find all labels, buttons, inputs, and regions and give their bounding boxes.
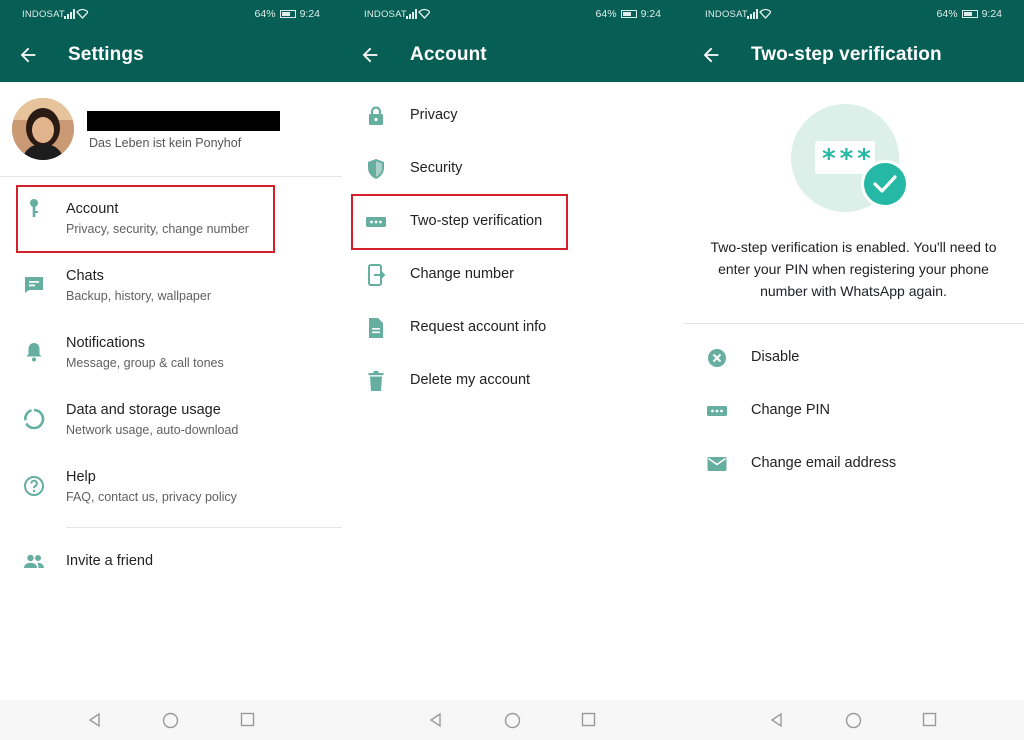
two-step-screen: INDOSAT 64% 9:24 Two-step verification **… [683, 0, 1024, 740]
two-step-item-change-email[interactable]: Change email address [683, 444, 1024, 484]
clock: 9:24 [981, 8, 1002, 20]
battery-level: 64% [936, 8, 958, 20]
account-item-label: Privacy [410, 107, 458, 123]
settings-item-label: Data and storage usage [66, 402, 221, 418]
divider [66, 527, 342, 528]
lock-icon [369, 106, 383, 125]
nav-recents-icon[interactable] [581, 712, 596, 727]
pin-illustration: *** [791, 104, 913, 214]
battery-icon [279, 10, 296, 18]
cancel-icon [708, 349, 726, 367]
app-bar: Settings [0, 28, 342, 82]
account-item-label: Delete my account [410, 372, 531, 388]
signal-wifi-icon [406, 8, 430, 19]
settings-item-notifications[interactable]: Notifications Message, group & call tone… [0, 324, 342, 380]
avatar[interactable] [12, 98, 74, 160]
battery-level: 64% [595, 8, 617, 20]
phone-change-icon [368, 264, 386, 286]
highlight-box [16, 185, 275, 253]
account-item-label: Request account info [410, 319, 547, 335]
redacted-name [87, 111, 280, 131]
chat-icon [25, 277, 43, 293]
back-arrow-icon[interactable] [17, 44, 39, 66]
data-usage-icon [24, 408, 45, 430]
two-step-item-label: Change email address [751, 455, 897, 471]
two-step-item-disable[interactable]: Disable [683, 338, 1024, 378]
two-step-item-label: Change PIN [751, 402, 830, 418]
account-item-privacy[interactable]: Privacy [342, 96, 683, 136]
system-nav-bar [0, 700, 342, 740]
page-title: Account [410, 44, 487, 65]
signal-wifi-icon [747, 8, 771, 19]
back-arrow-icon[interactable] [359, 44, 381, 66]
settings-item-invite[interactable]: Invite a friend [0, 542, 342, 582]
account-item-request-info[interactable]: Request account info [342, 308, 683, 348]
settings-item-help[interactable]: Help FAQ, contact us, privacy policy [0, 458, 342, 514]
account-screen: INDOSAT 64% 9:24 Account Privacy Security… [342, 0, 683, 740]
nav-recents-icon[interactable] [922, 712, 937, 727]
settings-item-label: Help [66, 469, 96, 485]
trash-icon [368, 371, 384, 391]
dots-icon [707, 406, 727, 416]
nav-recents-icon[interactable] [240, 712, 255, 727]
carrier-label: INDOSAT [364, 9, 407, 20]
settings-item-data-storage[interactable]: Data and storage usage Network usage, au… [0, 391, 342, 447]
account-item-label: Security [410, 160, 463, 176]
account-item-delete[interactable]: Delete my account [342, 361, 683, 401]
status-bar: INDOSAT 64% 9:24 [342, 0, 683, 28]
two-step-item-label: Disable [751, 349, 800, 365]
clock: 9:24 [299, 8, 320, 20]
signal-wifi-icon [64, 8, 88, 19]
settings-item-sub: Network usage, auto-download [66, 423, 239, 437]
people-icon [24, 554, 44, 568]
system-nav-bar [342, 700, 683, 740]
pin-mask-text: *** [821, 144, 874, 174]
divider [683, 323, 1024, 324]
profile-status: Das Leben ist kein Ponyhof [89, 136, 242, 150]
divider [0, 176, 342, 177]
nav-back-icon[interactable] [428, 712, 444, 728]
help-icon [24, 476, 44, 496]
profile-header[interactable]: Das Leben ist kein Ponyhof [12, 96, 342, 162]
nav-back-icon[interactable] [769, 712, 785, 728]
system-nav-bar [683, 700, 1024, 740]
nav-home-icon[interactable] [504, 712, 521, 729]
status-bar: INDOSAT 64% 9:24 [0, 0, 342, 28]
clock: 9:24 [640, 8, 661, 20]
settings-item-sub: Backup, history, wallpaper [66, 289, 211, 303]
settings-item-sub: FAQ, contact us, privacy policy [66, 490, 237, 504]
document-icon [369, 318, 383, 338]
page-title: Settings [68, 44, 144, 65]
highlight-box [351, 194, 568, 250]
nav-home-icon[interactable] [162, 712, 179, 729]
screens-container: INDOSAT 64% 9:24 Settings Das Leben ist k… [0, 0, 1024, 740]
settings-screen: INDOSAT 64% 9:24 Settings Das Leben ist k… [0, 0, 342, 740]
battery-level: 64% [254, 8, 276, 20]
app-bar: Account [342, 28, 683, 82]
account-item-label: Change number [410, 266, 514, 282]
account-item-security[interactable]: Security [342, 149, 683, 189]
battery-icon [961, 10, 978, 18]
two-step-item-change-pin[interactable]: Change PIN [683, 391, 1024, 431]
shield-icon [368, 159, 384, 179]
status-bar: INDOSAT 64% 9:24 [683, 0, 1024, 28]
invite-label: Invite a friend [66, 553, 154, 569]
mail-icon [707, 457, 727, 471]
settings-item-label: Chats [66, 268, 104, 284]
nav-back-icon[interactable] [87, 712, 103, 728]
two-step-description: Two-step verification is enabled. You'll… [710, 239, 997, 299]
carrier-label: INDOSAT [705, 9, 748, 20]
bell-icon [26, 343, 42, 362]
account-item-change-number[interactable]: Change number [342, 255, 683, 295]
app-bar: Two-step verification [683, 28, 1024, 82]
settings-item-label: Notifications [66, 335, 145, 351]
settings-item-sub: Message, group & call tones [66, 356, 224, 370]
carrier-label: INDOSAT [22, 9, 65, 20]
nav-home-icon[interactable] [845, 712, 862, 729]
battery-icon [620, 10, 637, 18]
page-title: Two-step verification [751, 44, 942, 65]
back-arrow-icon[interactable] [700, 44, 722, 66]
settings-item-chats[interactable]: Chats Backup, history, wallpaper [0, 257, 342, 313]
